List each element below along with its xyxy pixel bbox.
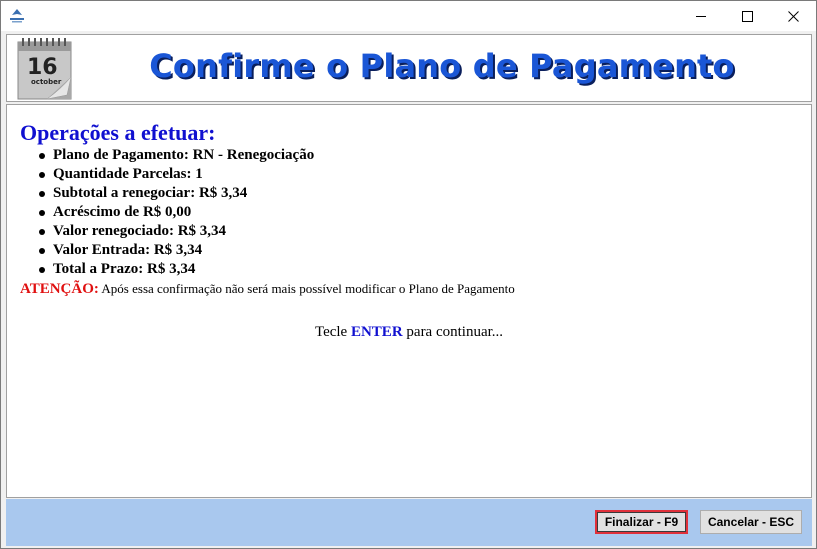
bullet-icon xyxy=(39,172,45,178)
minimize-button[interactable] xyxy=(678,1,724,31)
bullet-icon xyxy=(39,248,45,254)
calendar-month: october xyxy=(31,78,62,86)
maximize-icon xyxy=(741,10,753,22)
warning-message: ATENÇÃO: Após essa confirmação não será … xyxy=(20,281,515,298)
maximize-button[interactable] xyxy=(724,1,770,31)
enter-key-label: ENTER xyxy=(350,324,403,340)
operations-list: Plano de Pagamento: RN - Renegociação Qu… xyxy=(39,146,314,279)
list-item: Quantidade Parcelas: 1 xyxy=(39,165,314,184)
minimize-icon xyxy=(695,15,706,17)
dialog-window: 16 october Confirme o Plano de Pagamento… xyxy=(0,0,817,549)
cancelar-button[interactable]: Cancelar - ESC xyxy=(700,510,802,534)
list-item: Total a Prazo: R$ 3,34 xyxy=(39,260,314,279)
finalizar-button[interactable]: Finalizar - F9 xyxy=(595,510,688,534)
page-title: Confirme o Plano de Pagamento xyxy=(149,47,735,85)
list-item: Valor Entrada: R$ 3,34 xyxy=(39,241,314,260)
bullet-icon xyxy=(39,191,45,197)
footer-bar: Finalizar - F9 Cancelar - ESC xyxy=(6,499,812,546)
calendar-icon: 16 october xyxy=(17,38,72,100)
warning-label: ATENÇÃO: xyxy=(20,281,99,297)
close-icon xyxy=(787,10,799,22)
list-item: Acréscimo de R$ 0,00 xyxy=(39,203,314,222)
header-panel: 16 october Confirme o Plano de Pagamento xyxy=(6,34,812,102)
bullet-icon xyxy=(39,210,45,216)
content-panel: Operações a efetuar: Plano de Pagamento:… xyxy=(6,104,812,498)
app-logo-icon xyxy=(10,9,24,23)
list-item: Subtotal a renegociar: R$ 3,34 xyxy=(39,184,314,203)
bullet-icon xyxy=(39,229,45,235)
warning-text: Após essa confirmação não será mais poss… xyxy=(98,281,515,296)
list-item: Valor renegociado: R$ 3,34 xyxy=(39,222,314,241)
close-button[interactable] xyxy=(770,1,816,31)
continue-prompt: Tecle ENTER para continuar... xyxy=(314,324,504,340)
list-item: Plano de Pagamento: RN - Renegociação xyxy=(39,146,314,165)
bullet-icon xyxy=(39,267,45,273)
bullet-icon xyxy=(39,153,45,159)
operations-heading: Operações a efetuar: xyxy=(20,120,216,145)
title-bar[interactable] xyxy=(1,1,816,31)
calendar-day: 16 xyxy=(27,55,58,80)
